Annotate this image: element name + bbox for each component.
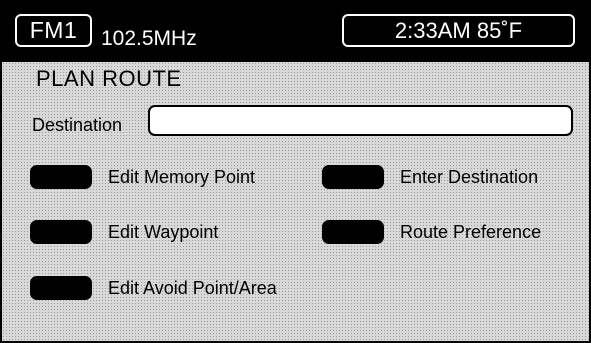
enter-destination-key[interactable] (322, 165, 384, 189)
radio-frequency: 102.5MHz (101, 27, 197, 50)
enter-destination-label: Enter Destination (400, 167, 539, 187)
edit-memory-point-label: Edit Memory Point (108, 167, 256, 187)
route-preference-label: Route Preference (400, 222, 542, 242)
navigation-screen: FM1 102.5MHz 2:33AM 85˚F PLAN ROUTE Dest… (0, 0, 591, 343)
edit-avoid-point-area-label: Edit Avoid Point/Area (108, 278, 277, 298)
edit-avoid-point-area-key[interactable] (30, 276, 92, 300)
edit-waypoint-key[interactable] (30, 220, 92, 244)
destination-label: Destination (32, 115, 123, 135)
status-bar: FM1 102.5MHz 2:33AM 85˚F (2, 2, 589, 62)
radio-band-badge[interactable]: FM1 (15, 14, 92, 47)
route-preference-key[interactable] (322, 220, 384, 244)
edit-waypoint-button[interactable]: Edit Waypoint (30, 218, 218, 246)
edit-memory-point-button[interactable]: Edit Memory Point (30, 163, 255, 191)
route-preference-button[interactable]: Route Preference (322, 218, 541, 246)
edit-waypoint-label: Edit Waypoint (108, 222, 219, 242)
destination-input[interactable] (148, 105, 573, 136)
edit-memory-point-key[interactable] (30, 165, 92, 189)
enter-destination-button[interactable]: Enter Destination (322, 163, 538, 191)
clock-temperature-display: 2:33AM 85˚F (342, 14, 575, 47)
page-title: PLAN ROUTE (36, 66, 182, 91)
edit-avoid-point-area-button[interactable]: Edit Avoid Point/Area (30, 274, 277, 302)
